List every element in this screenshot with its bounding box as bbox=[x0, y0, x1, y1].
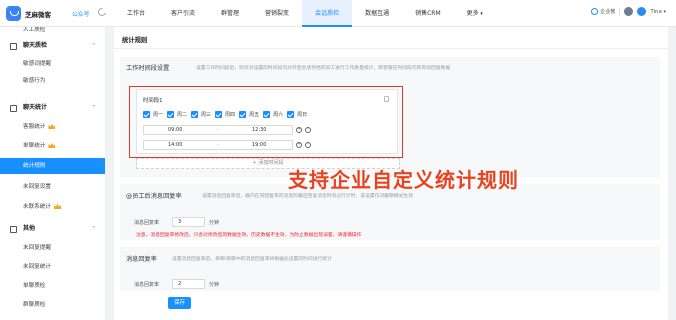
sidebar-item-label: 未联系统计 bbox=[23, 204, 51, 210]
nav-workbench[interactable]: 工作台 bbox=[114, 0, 158, 27]
app-logo-icon bbox=[6, 6, 21, 21]
dark-mode-icon[interactable] bbox=[98, 7, 108, 16]
reply-rate-desc: 设置消息回复率后，单聊/单聊中的消息回复率将根据此设置的时间进行统计 bbox=[172, 257, 332, 262]
annotation-text: 支持企业自定义统计规则 bbox=[288, 168, 519, 192]
sidebar-item-no-reply-reminder[interactable]: 未回复提醒 bbox=[0, 240, 105, 256]
sidebar-item-no-reply-settings[interactable]: 未回复设置 bbox=[0, 179, 105, 195]
sidebar-item-no-contact-stats[interactable]: 未联系统计 bbox=[0, 199, 105, 215]
nav-session-qc[interactable]: 会话质检 bbox=[302, 0, 353, 27]
top-right-tools: 企业微 Tina bbox=[591, 7, 666, 16]
sidebar-group-label: 其他 bbox=[23, 225, 36, 232]
highlight-frame bbox=[129, 86, 403, 158]
sidebar-item-cs-stats[interactable]: 客服统计 bbox=[0, 119, 105, 135]
separator bbox=[619, 7, 621, 16]
org-avatar-icon[interactable] bbox=[624, 7, 634, 16]
sidebar-item-single-chat-qc[interactable]: 单聊质检 bbox=[0, 278, 105, 294]
sidebar-item-label: 客服统计 bbox=[23, 124, 46, 130]
sidebar-group-label: 聊天统计 bbox=[23, 104, 48, 111]
wecom-status[interactable]: 企业微 bbox=[591, 8, 615, 15]
nav-more[interactable]: 更多 bbox=[454, 0, 496, 27]
sidebar-group-label: 聊天质检 bbox=[23, 42, 48, 49]
sidebar-item-manual-qc[interactable]: 人工质检 bbox=[0, 27, 105, 38]
sidebar-item-label: 单聊统计 bbox=[23, 143, 46, 149]
reply-rate-input-2[interactable]: 2 bbox=[172, 279, 205, 289]
sidebar: 人工质检 聊天质检 ^ 敏感词提醒 敏感行为 聊天统计 ^ 客服统计 单聊统计 … bbox=[0, 27, 106, 320]
nav-marketing[interactable]: 营销裂变 bbox=[252, 0, 302, 27]
reply-rate-label: 消息回复率 bbox=[134, 220, 160, 226]
sidebar-item-no-reply-stats[interactable]: 未回复统计 bbox=[0, 259, 105, 275]
chevron-up-icon: ^ bbox=[91, 226, 96, 232]
nav-customer-acquisition[interactable]: 客户引流 bbox=[158, 0, 208, 27]
sidebar-item-group-chat-qc[interactable]: 群聊质检 bbox=[0, 297, 105, 313]
chevron-up-icon: ^ bbox=[91, 105, 96, 111]
chat-qc-icon bbox=[10, 43, 17, 50]
warning-text: 注意，消息回复率修改后，只会对修改后的数据生效，历史数据不生效，为防止数据出现误… bbox=[136, 233, 362, 238]
account-switch[interactable]: 公众号 bbox=[72, 9, 89, 18]
sidebar-item-sensitive-words[interactable]: 敏感词提醒 bbox=[0, 56, 105, 72]
chevron-up-icon: ^ bbox=[91, 43, 96, 49]
at-reply-title: @员工后消息回复率 bbox=[126, 193, 182, 200]
sidebar-group-chat-stats[interactable]: 聊天统计 ^ bbox=[0, 100, 105, 116]
reply-rate-unit: 分钟 bbox=[209, 220, 220, 226]
reply-rate-unit-2: 分钟 bbox=[209, 282, 220, 288]
sidebar-group-chat-qc[interactable]: 聊天质检 ^ bbox=[0, 38, 105, 54]
brand-name: 芝麻微客 bbox=[25, 11, 51, 19]
nav-data-sync[interactable]: 数据互通 bbox=[352, 0, 402, 27]
user-avatar[interactable] bbox=[637, 7, 647, 16]
save-button[interactable]: 保存 bbox=[168, 297, 191, 309]
sidebar-item-sensitive-behavior[interactable]: 敏感行为 bbox=[0, 73, 105, 89]
top-bar: 芝麻微客 公众号 工作台 客户引流 群管理 营销裂变 会话质检 数据互通 销售C… bbox=[0, 0, 676, 27]
nav-sales-crm[interactable]: 销售CRM bbox=[402, 0, 454, 27]
wecom-label: 企业微 bbox=[600, 9, 616, 15]
reply-rate-input[interactable]: 3 bbox=[172, 217, 205, 227]
nav-group-management[interactable]: 群管理 bbox=[208, 0, 252, 27]
work-time-title: 工作时间段设置 bbox=[126, 65, 170, 72]
sidebar-group-other[interactable]: 其他 ^ bbox=[0, 221, 105, 237]
reply-rate-label-2: 消息回复率 bbox=[134, 282, 160, 288]
vip-crown-icon bbox=[53, 204, 61, 209]
vip-crown-icon bbox=[48, 143, 56, 148]
sidebar-item-single-chat-stats[interactable]: 单聊统计 bbox=[0, 138, 105, 154]
wecom-icon bbox=[591, 8, 599, 15]
other-icon bbox=[10, 226, 17, 233]
reply-rate-title: 消息回复率 bbox=[126, 256, 157, 263]
main-nav: 工作台 客户引流 群管理 营销裂变 会话质检 数据互通 销售CRM 更多 bbox=[114, 0, 496, 27]
chat-stats-icon bbox=[10, 105, 17, 112]
page-title: 统计规则 bbox=[122, 37, 148, 44]
user-name[interactable]: Tina bbox=[650, 9, 666, 15]
divider bbox=[114, 48, 668, 49]
at-reply-desc: 设置消息回复率后，群内在同回复率的消息的最后回复消息时间过行计时，该设置仅对群聊… bbox=[202, 194, 414, 199]
vip-crown-icon bbox=[48, 124, 56, 129]
work-time-desc: 设置工作时间段后，则仅对设置的时间段内对开启会话存档的员工进行工作质量统计，即客… bbox=[196, 66, 451, 71]
sidebar-item-stat-rules[interactable]: 统计规则 bbox=[0, 158, 105, 174]
